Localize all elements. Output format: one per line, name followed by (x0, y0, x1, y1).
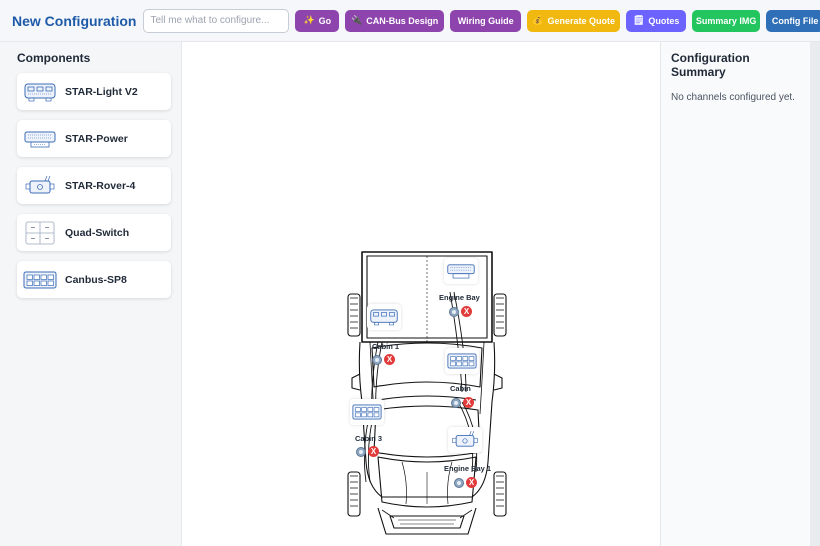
sparkles-icon: ✨ (303, 15, 315, 25)
component-quad-switch[interactable]: Quad-Switch (17, 214, 171, 251)
delete-icon[interactable]: X (463, 397, 474, 408)
canbus-design-button[interactable]: 🔌 CAN-Bus Design (345, 9, 445, 32)
generate-quote-label: Generate Quote (547, 15, 616, 26)
components-heading: Components (17, 51, 91, 65)
canbus-keypad-icon (23, 268, 57, 292)
star-power-module-icon (23, 127, 57, 151)
placed-label-engine-bay: Engine Bay (439, 293, 480, 302)
page-title: New Configuration (12, 12, 137, 29)
delete-icon[interactable]: X (466, 477, 477, 488)
generate-quote-button[interactable]: 💰 Generate Quote (527, 9, 621, 32)
configuration-summary-panel: Configuration Summary No channels config… (660, 42, 810, 546)
component-label: STAR-Light V2 (65, 85, 138, 98)
configure-prompt-input[interactable] (143, 8, 290, 33)
truck-top-view-icon (347, 251, 507, 535)
placed-star-light-v2[interactable] (367, 304, 401, 330)
placed-label-cabin-3: Cabin 3 (355, 434, 383, 443)
canbus-design-label: CAN-Bus Design (366, 15, 439, 26)
component-star-light-v2[interactable]: STAR-Light V2 (17, 73, 171, 110)
summary-img-label: Summary IMG (695, 15, 757, 26)
notepad-icon: 🗒 (632, 15, 645, 25)
vehicle-canvas[interactable]: Engine Bay X Cabin 1 X Cabin X Cabin 3 X… (182, 42, 660, 546)
component-star-power[interactable]: STAR-Power (17, 120, 171, 157)
window-edge (810, 42, 820, 546)
top-toolbar: New Configuration ✨ Go 🔌 CAN-Bus Design … (0, 0, 820, 42)
component-label: Quad-Switch (65, 226, 130, 239)
placed-star-power[interactable] (444, 258, 478, 284)
wiring-guide-button[interactable]: Wiring Guide (450, 9, 522, 32)
wiring-guide-label: Wiring Guide (457, 15, 514, 26)
quad-switch-icon (23, 221, 57, 245)
placed-canbus-sp8[interactable] (350, 399, 384, 425)
settings-gear-icon[interactable] (451, 398, 461, 408)
summary-empty-text: No channels configured yet. (671, 92, 795, 103)
delete-icon[interactable]: X (461, 306, 472, 317)
go-button[interactable]: ✨ Go (295, 9, 340, 32)
quotes-label: Quotes (648, 15, 680, 26)
placed-label-cabin-1: Cabin 1 (372, 342, 400, 351)
config-file-button[interactable]: Config File (766, 9, 820, 32)
component-label: STAR-Rover-4 (65, 179, 136, 192)
placed-canbus-sp8[interactable] (445, 348, 479, 374)
quotes-button[interactable]: 🗒 Quotes (626, 9, 687, 32)
plug-icon: 🔌 (351, 15, 363, 25)
components-sidebar: Components STAR-Light V2 STAR-Power STAR… (0, 42, 182, 546)
component-label: Canbus-SP8 (65, 273, 127, 286)
star-rover-module-icon (23, 174, 57, 198)
summary-img-button[interactable]: Summary IMG (692, 9, 761, 32)
config-file-label: Config File (771, 15, 819, 26)
settings-gear-icon[interactable] (449, 307, 459, 317)
go-button-label: Go (318, 15, 332, 26)
placed-label-cabin: Cabin (450, 384, 471, 393)
component-canbus-sp8[interactable]: Canbus-SP8 (17, 261, 171, 298)
summary-title: Configuration Summary (671, 51, 750, 79)
delete-icon[interactable]: X (368, 446, 379, 457)
component-label: STAR-Power (65, 132, 128, 145)
placed-star-rover-4[interactable] (448, 427, 482, 453)
placed-label-engine-bay-1: Engine Bay 1 (444, 464, 492, 473)
component-star-rover-4[interactable]: STAR-Rover-4 (17, 167, 171, 204)
settings-gear-icon[interactable] (356, 447, 366, 457)
star-light-module-icon (23, 80, 57, 104)
delete-icon[interactable]: X (384, 354, 395, 365)
settings-gear-icon[interactable] (372, 355, 382, 365)
settings-gear-icon[interactable] (454, 478, 464, 488)
money-bag-icon: 💰 (532, 15, 544, 25)
